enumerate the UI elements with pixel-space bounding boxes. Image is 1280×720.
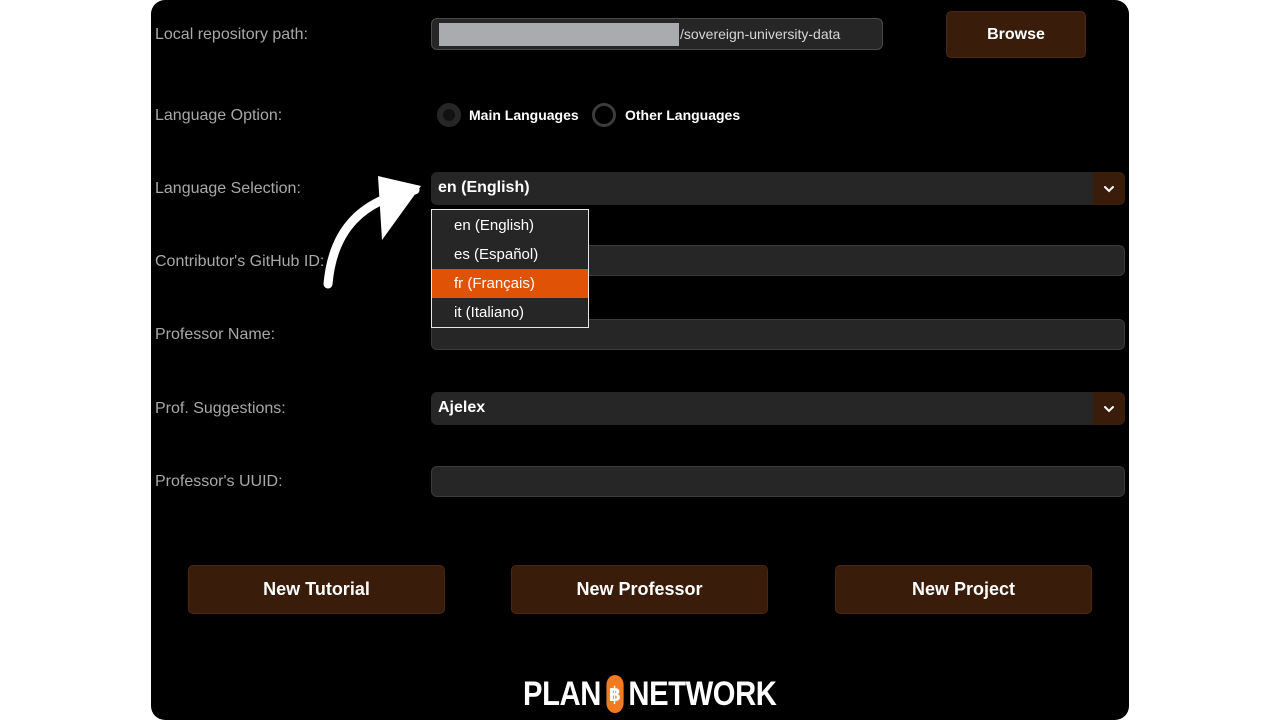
prof-suggestions-dropdown[interactable]: Ajelex: [431, 392, 1125, 425]
language-option-it[interactable]: it (Italiano): [432, 298, 588, 327]
prof-suggestions-value: Ajelex: [438, 399, 486, 416]
professor-uuid-input[interactable]: [431, 466, 1125, 497]
language-selection-value: en (English): [438, 179, 530, 196]
professor-uuid-label: Professor's UUID:: [155, 473, 283, 490]
github-id-label: Contributor's GitHub ID:: [155, 253, 325, 270]
language-selection-label: Language Selection:: [155, 180, 301, 197]
repo-path-value: /sovereign-university-data: [680, 26, 841, 42]
new-project-button[interactable]: New Project: [835, 565, 1092, 614]
repo-path-label: Local repository path:: [155, 26, 308, 43]
chevron-down-icon[interactable]: [1093, 172, 1125, 205]
main-languages-radio[interactable]: [437, 103, 461, 127]
other-languages-label[interactable]: Other Languages: [625, 107, 740, 123]
chevron-down-glyph: [1104, 405, 1114, 412]
new-tutorial-button[interactable]: New Tutorial: [188, 565, 445, 614]
main-languages-label[interactable]: Main Languages: [469, 107, 579, 123]
logo-text-network: NETWORK: [628, 674, 777, 713]
language-option-en[interactable]: en (English): [432, 211, 588, 240]
bitcoin-icon: ฿: [606, 675, 624, 713]
language-options-list: en (English) es (Español) fr (Français) …: [431, 209, 589, 328]
prof-suggestions-label: Prof. Suggestions:: [155, 400, 286, 417]
app-window: Local repository path: /sovereign-univer…: [151, 0, 1129, 720]
professor-name-label: Professor Name:: [155, 326, 276, 343]
other-languages-radio[interactable]: [592, 103, 616, 127]
language-option-label: Language Option:: [155, 107, 283, 124]
language-option-es[interactable]: es (Español): [432, 240, 588, 269]
language-option-fr[interactable]: fr (Français): [432, 269, 588, 298]
chevron-down-icon[interactable]: [1093, 392, 1125, 425]
language-selection-dropdown[interactable]: en (English): [431, 172, 1125, 205]
plan-b-network-logo: PLAN ฿ NETWORK: [523, 674, 777, 714]
browse-button[interactable]: Browse: [946, 11, 1086, 58]
repo-path-input[interactable]: /sovereign-university-data: [431, 18, 883, 50]
chevron-down-glyph: [1104, 185, 1114, 192]
redacted-path-segment: [439, 23, 679, 46]
new-professor-button[interactable]: New Professor: [511, 565, 768, 614]
logo-text-plan: PLAN: [523, 674, 601, 713]
